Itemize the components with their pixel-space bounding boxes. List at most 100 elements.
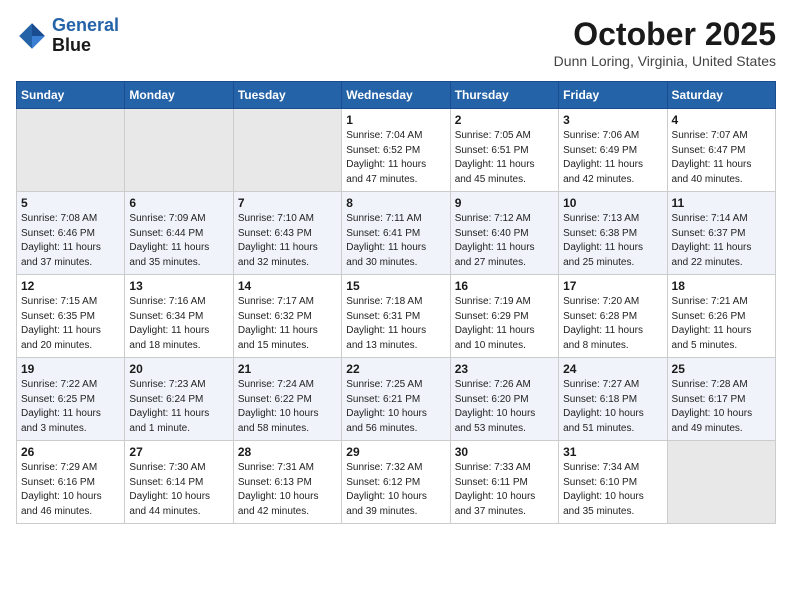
day-detail: Sunrise: 7:24 AM Sunset: 6:22 PM Dayligh… [238, 378, 337, 436]
day-number: 29 [346, 445, 445, 459]
day-detail: Sunrise: 7:15 AM Sunset: 6:35 PM Dayligh… [21, 295, 120, 353]
calendar-cell: 18 Sunrise: 7:21 AM Sunset: 6:26 PM Dayli… [667, 275, 775, 358]
day-number: 21 [238, 362, 337, 376]
day-number: 17 [563, 279, 662, 293]
calendar-cell: 6Sunrise: 7:09 AM Sunset: 6:44 PM Daylig… [125, 192, 233, 275]
calendar-cell [233, 109, 341, 192]
calendar-cell: 16 Sunrise: 7:19 AM Sunset: 6:29 PM Dayli… [450, 275, 558, 358]
day-detail: Sunrise: 7:19 AM Sunset: 6:29 PM Dayligh… [455, 295, 554, 353]
day-number: 6 [129, 196, 228, 210]
day-detail: Sunrise: 7:34 AM Sunset: 6:10 PM Dayligh… [563, 461, 662, 519]
day-detail: Sunrise: 7:04 AM Sunset: 6:52 PM Dayligh… [346, 129, 445, 187]
calendar-cell [17, 109, 125, 192]
day-detail: Sunrise: 7:31 AM Sunset: 6:13 PM Dayligh… [238, 461, 337, 519]
calendar-cell: 19 Sunrise: 7:22 AM Sunset: 6:25 PM Dayli… [17, 358, 125, 441]
week-row-2: 5 Sunrise: 7:08 AM Sunset: 6:46 PM Daylig… [17, 192, 776, 275]
day-number: 23 [455, 362, 554, 376]
month-title: October 2025 [554, 16, 776, 53]
calendar-cell: 30Sunrise: 7:33 AM Sunset: 6:11 PM Dayli… [450, 441, 558, 524]
calendar-cell: 17 Sunrise: 7:20 AM Sunset: 6:28 PM Dayli… [559, 275, 667, 358]
calendar-cell: 24Sunrise: 7:27 AM Sunset: 6:18 PM Dayli… [559, 358, 667, 441]
calendar-cell: 14 Sunrise: 7:17 AM Sunset: 6:32 PM Dayli… [233, 275, 341, 358]
logo: General Blue [16, 16, 119, 56]
day-detail: Sunrise: 7:12 AM Sunset: 6:40 PM Dayligh… [455, 212, 554, 270]
day-detail: Sunrise: 7:14 AM Sunset: 6:37 PM Dayligh… [672, 212, 771, 270]
calendar-cell [667, 441, 775, 524]
day-number: 30 [455, 445, 554, 459]
weekday-header-tuesday: Tuesday [233, 82, 341, 109]
calendar-table: SundayMondayTuesdayWednesdayThursdayFrid… [16, 81, 776, 524]
day-number: 8 [346, 196, 445, 210]
week-row-1: 1 Sunrise: 7:04 AM Sunset: 6:52 PM Daylig… [17, 109, 776, 192]
day-number: 24 [563, 362, 662, 376]
day-number: 15 [346, 279, 445, 293]
weekday-header-wednesday: Wednesday [342, 82, 450, 109]
calendar-cell [125, 109, 233, 192]
day-detail: Sunrise: 7:13 AM Sunset: 6:38 PM Dayligh… [563, 212, 662, 270]
weekday-header-sunday: Sunday [17, 82, 125, 109]
calendar-cell: 25 Sunrise: 7:28 AM Sunset: 6:17 PM Dayli… [667, 358, 775, 441]
day-detail: Sunrise: 7:25 AM Sunset: 6:21 PM Dayligh… [346, 378, 445, 436]
day-number: 1 [346, 113, 445, 127]
weekday-header-row: SundayMondayTuesdayWednesdayThursdayFrid… [17, 82, 776, 109]
day-detail: Sunrise: 7:05 AM Sunset: 6:51 PM Dayligh… [455, 129, 554, 187]
week-row-4: 19 Sunrise: 7:22 AM Sunset: 6:25 PM Dayli… [17, 358, 776, 441]
day-detail: Sunrise: 7:29 AM Sunset: 6:16 PM Dayligh… [21, 461, 120, 519]
weekday-header-monday: Monday [125, 82, 233, 109]
day-detail: Sunrise: 7:11 AM Sunset: 6:41 PM Dayligh… [346, 212, 445, 270]
day-number: 27 [129, 445, 228, 459]
day-detail: Sunrise: 7:20 AM Sunset: 6:28 PM Dayligh… [563, 295, 662, 353]
calendar-cell: 26 Sunrise: 7:29 AM Sunset: 6:16 PM Dayli… [17, 441, 125, 524]
week-row-3: 12 Sunrise: 7:15 AM Sunset: 6:35 PM Dayli… [17, 275, 776, 358]
day-number: 10 [563, 196, 662, 210]
day-number: 16 [455, 279, 554, 293]
calendar-cell: 21 Sunrise: 7:24 AM Sunset: 6:22 PM Dayli… [233, 358, 341, 441]
calendar-cell: 29 Sunrise: 7:32 AM Sunset: 6:12 PM Dayli… [342, 441, 450, 524]
day-number: 12 [21, 279, 120, 293]
calendar-cell: 27 Sunrise: 7:30 AM Sunset: 6:14 PM Dayli… [125, 441, 233, 524]
week-row-5: 26 Sunrise: 7:29 AM Sunset: 6:16 PM Dayli… [17, 441, 776, 524]
calendar-cell: 31Sunrise: 7:34 AM Sunset: 6:10 PM Dayli… [559, 441, 667, 524]
day-detail: Sunrise: 7:23 AM Sunset: 6:24 PM Dayligh… [129, 378, 228, 436]
calendar-cell: 23 Sunrise: 7:26 AM Sunset: 6:20 PM Dayli… [450, 358, 558, 441]
calendar-cell: 11 Sunrise: 7:14 AM Sunset: 6:37 PM Dayli… [667, 192, 775, 275]
day-detail: Sunrise: 7:16 AM Sunset: 6:34 PM Dayligh… [129, 295, 228, 353]
day-number: 20 [129, 362, 228, 376]
day-number: 3 [563, 113, 662, 127]
calendar-cell: 5 Sunrise: 7:08 AM Sunset: 6:46 PM Daylig… [17, 192, 125, 275]
day-number: 18 [672, 279, 771, 293]
day-detail: Sunrise: 7:10 AM Sunset: 6:43 PM Dayligh… [238, 212, 337, 270]
day-detail: Sunrise: 7:32 AM Sunset: 6:12 PM Dayligh… [346, 461, 445, 519]
day-number: 11 [672, 196, 771, 210]
calendar-cell: 15Sunrise: 7:18 AM Sunset: 6:31 PM Dayli… [342, 275, 450, 358]
day-number: 13 [129, 279, 228, 293]
day-number: 28 [238, 445, 337, 459]
calendar-cell: 2Sunrise: 7:05 AM Sunset: 6:51 PM Daylig… [450, 109, 558, 192]
day-detail: Sunrise: 7:22 AM Sunset: 6:25 PM Dayligh… [21, 378, 120, 436]
weekday-header-thursday: Thursday [450, 82, 558, 109]
calendar-cell: 20 Sunrise: 7:23 AM Sunset: 6:24 PM Dayli… [125, 358, 233, 441]
day-number: 5 [21, 196, 120, 210]
day-number: 9 [455, 196, 554, 210]
calendar-cell: 9 Sunrise: 7:12 AM Sunset: 6:40 PM Daylig… [450, 192, 558, 275]
day-detail: Sunrise: 7:26 AM Sunset: 6:20 PM Dayligh… [455, 378, 554, 436]
location-title: Dunn Loring, Virginia, United States [554, 53, 776, 69]
calendar-cell: 13 Sunrise: 7:16 AM Sunset: 6:34 PM Dayli… [125, 275, 233, 358]
day-detail: Sunrise: 7:28 AM Sunset: 6:17 PM Dayligh… [672, 378, 771, 436]
day-detail: Sunrise: 7:21 AM Sunset: 6:26 PM Dayligh… [672, 295, 771, 353]
day-detail: Sunrise: 7:30 AM Sunset: 6:14 PM Dayligh… [129, 461, 228, 519]
day-number: 22 [346, 362, 445, 376]
weekday-header-friday: Friday [559, 82, 667, 109]
calendar-cell: 10 Sunrise: 7:13 AM Sunset: 6:38 PM Dayli… [559, 192, 667, 275]
day-number: 19 [21, 362, 120, 376]
day-number: 25 [672, 362, 771, 376]
day-detail: Sunrise: 7:08 AM Sunset: 6:46 PM Dayligh… [21, 212, 120, 270]
logo-line2: Blue [52, 36, 119, 56]
day-number: 14 [238, 279, 337, 293]
calendar-cell: 1 Sunrise: 7:04 AM Sunset: 6:52 PM Daylig… [342, 109, 450, 192]
day-detail: Sunrise: 7:17 AM Sunset: 6:32 PM Dayligh… [238, 295, 337, 353]
calendar-cell: 8 Sunrise: 7:11 AM Sunset: 6:41 PM Daylig… [342, 192, 450, 275]
day-detail: Sunrise: 7:07 AM Sunset: 6:47 PM Dayligh… [672, 129, 771, 187]
day-number: 26 [21, 445, 120, 459]
day-number: 7 [238, 196, 337, 210]
